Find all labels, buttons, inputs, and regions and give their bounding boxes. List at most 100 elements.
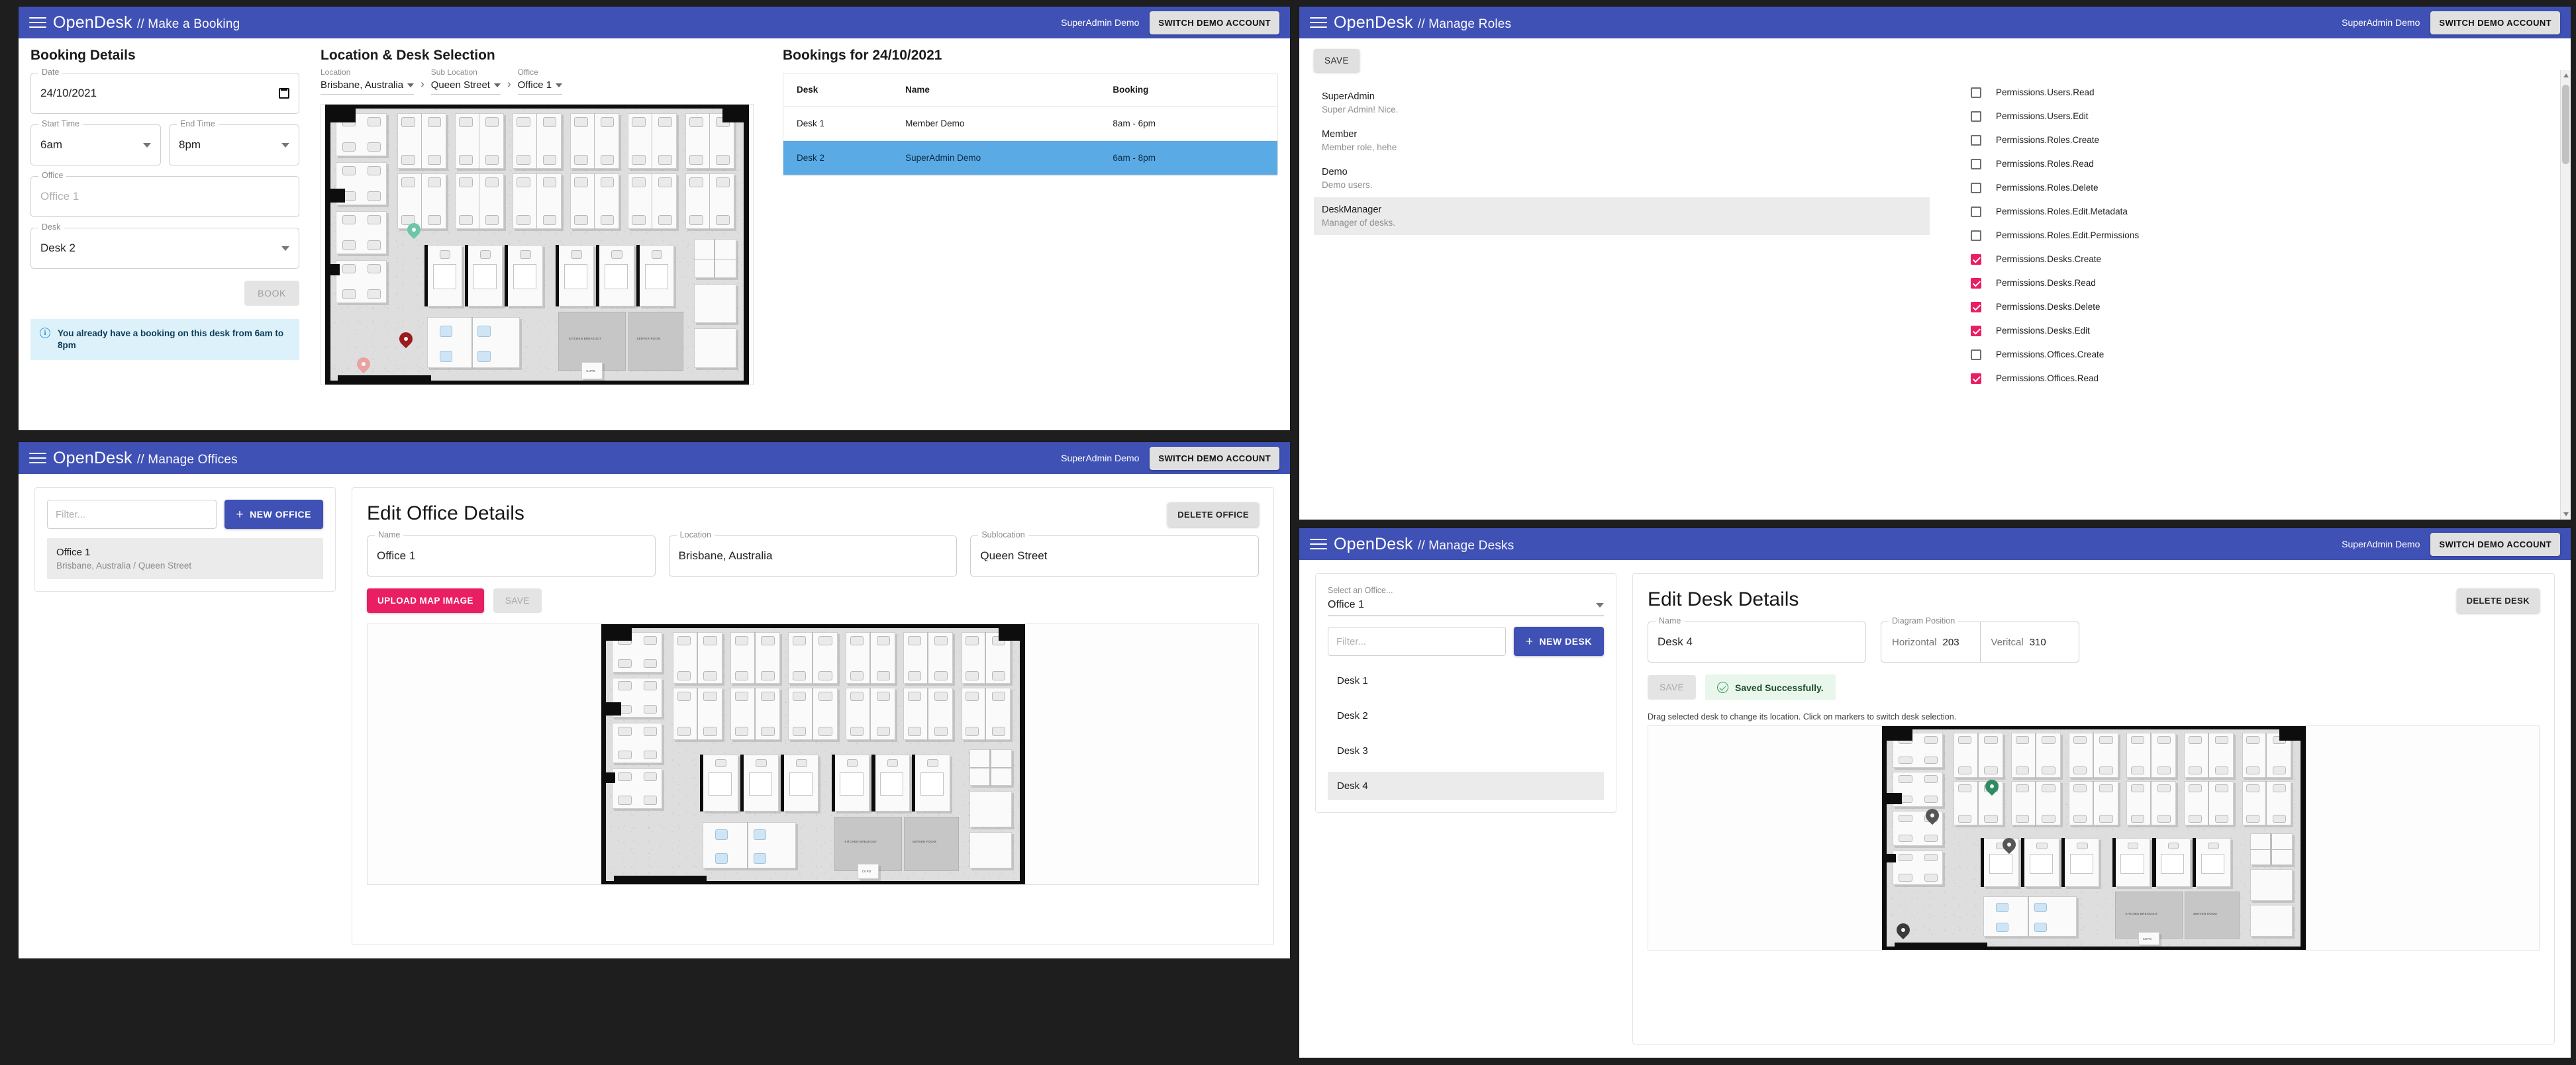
permission-checkbox[interactable] — [1971, 207, 1981, 217]
permission-row[interactable]: Permissions.Users.Read — [1971, 84, 2556, 101]
desk-name-field[interactable]: Name Desk 4 — [1648, 622, 1866, 663]
permission-row[interactable]: Permissions.Desks.Edit — [1971, 322, 2556, 339]
booking-floorplan-map[interactable]: KITCHEN BREAKOUTSERVER ROOMCUPD — [321, 104, 754, 385]
calendar-icon[interactable] — [279, 88, 289, 99]
offices-filter-input[interactable]: Filter... — [47, 500, 217, 529]
chevron-down-icon[interactable] — [143, 143, 151, 148]
floorplan-divider — [479, 173, 480, 230]
hamburger-menu-icon[interactable] — [29, 451, 46, 465]
book-button[interactable]: BOOK — [244, 281, 299, 306]
permission-row[interactable]: Permissions.Desks.Create — [1971, 251, 2556, 267]
office-floorplan-map[interactable]: KITCHEN BREAKOUTSERVER ROOMCUPD — [367, 624, 1259, 885]
desk-marker-booked[interactable] — [399, 332, 413, 346]
brand-name: OpenDesk — [53, 13, 132, 32]
permission-checkbox[interactable] — [1971, 349, 1981, 360]
floorplan-canvas[interactable]: KITCHEN BREAKOUTSERVER ROOMCUPD — [1648, 726, 2539, 950]
desk-floorplan-map[interactable]: KITCHEN BREAKOUTSERVER ROOMCUPD — [1648, 725, 2540, 950]
vertical-position-field[interactable]: Veritcal 310 — [1980, 622, 2079, 662]
permission-row[interactable]: Permissions.Roles.Read — [1971, 156, 2556, 172]
permission-row[interactable]: Permissions.Desks.Delete — [1971, 299, 2556, 315]
office-name-field[interactable]: Name Office 1 — [367, 535, 656, 577]
permission-row[interactable]: Permissions.Roles.Edit.Permissions — [1971, 227, 2556, 244]
desk-marker[interactable] — [2003, 838, 2016, 851]
role-item-deskmanager[interactable]: DeskManager Manager of desks. — [1314, 197, 1930, 235]
desk-marker-available[interactable] — [407, 223, 421, 236]
permission-checkbox[interactable] — [1971, 230, 1981, 241]
horizontal-position-field[interactable]: Horizontal 203 — [1881, 637, 1980, 648]
chevron-down-icon[interactable] — [281, 143, 289, 148]
new-desk-button[interactable]: + NEW DESK — [1514, 627, 1604, 656]
chevron-down-icon[interactable] — [281, 246, 289, 251]
delete-desk-button[interactable]: DELETE DESK — [2457, 588, 2540, 613]
upload-map-image-button[interactable]: UPLOAD MAP IMAGE — [367, 588, 484, 613]
scroll-down-arrow-icon[interactable] — [2563, 512, 2569, 516]
end-time-field[interactable]: End Time 8pm — [169, 124, 299, 165]
permission-checkbox[interactable] — [1971, 254, 1981, 265]
switch-demo-account-button[interactable]: SWITCH DEMO ACCOUNT — [2430, 11, 2560, 34]
list-item[interactable]: Desk 4 — [1328, 772, 1604, 800]
switch-demo-account-button[interactable]: SWITCH DEMO ACCOUNT — [1150, 447, 1279, 470]
office-location-field[interactable]: Location Brisbane, Australia — [669, 535, 958, 577]
desk-field[interactable]: Desk Desk 2 — [30, 228, 299, 269]
list-item[interactable]: Desk 1 — [1328, 667, 1604, 695]
role-item-member[interactable]: Member Member role, hehe — [1314, 122, 1930, 160]
permission-row[interactable]: Permissions.Offices.Read — [1971, 370, 2556, 387]
permission-checkbox[interactable] — [1971, 159, 1981, 169]
floorplan-wall-corner — [2279, 729, 2301, 741]
breadcrumb-sublocation-select[interactable]: Queen Street — [431, 79, 501, 95]
save-desk-button[interactable]: SAVE — [1648, 675, 1696, 700]
permission-row[interactable]: Permissions.Users.Edit — [1971, 108, 2556, 124]
desk-marker-booked-secondary[interactable] — [357, 357, 370, 371]
permission-row[interactable]: Permissions.Roles.Delete — [1971, 179, 2556, 196]
scroll-up-arrow-icon[interactable] — [2563, 73, 2569, 77]
office-sublocation-field[interactable]: Sublocation Queen Street — [970, 535, 1259, 577]
hamburger-menu-icon[interactable] — [1310, 537, 1327, 551]
start-time-field[interactable]: Start Time 6am — [30, 124, 161, 165]
permission-checkbox[interactable] — [1971, 111, 1981, 122]
date-field[interactable]: Date 24/10/2021 — [30, 73, 299, 114]
save-roles-button[interactable]: SAVE — [1314, 49, 1360, 72]
desk-marker[interactable] — [1897, 923, 1910, 937]
delete-office-button[interactable]: DELETE OFFICE — [1167, 502, 1259, 527]
list-item[interactable]: Desk 2 — [1328, 702, 1604, 730]
breadcrumb-office-select[interactable]: Office 1 — [518, 79, 562, 95]
location-heading: Location & Desk Selection — [321, 48, 754, 64]
breadcrumb-location-select[interactable]: Brisbane, Australia — [321, 79, 414, 95]
list-item[interactable]: Desk 3 — [1328, 737, 1604, 765]
office-select-row[interactable]: Office 1 — [1328, 599, 1604, 616]
desk-marker-selected[interactable] — [1985, 780, 1999, 793]
permission-checkbox[interactable] — [1971, 302, 1981, 312]
office-select[interactable]: Select an Office... Office 1 — [1328, 586, 1604, 616]
scrollbar-thumb[interactable] — [2562, 85, 2569, 164]
save-office-button[interactable]: SAVE — [493, 588, 542, 613]
table-row[interactable]: Desk 2 SuperAdmin Demo 6am - 8pm — [783, 141, 1277, 175]
floorplan-chair — [477, 351, 490, 362]
office-field[interactable]: Office Office 1 — [30, 176, 299, 217]
permission-checkbox[interactable] — [1971, 278, 1981, 289]
permission-checkbox[interactable] — [1971, 183, 1981, 193]
desk-marker[interactable] — [1926, 809, 1939, 822]
hamburger-menu-icon[interactable] — [1310, 15, 1327, 30]
permission-row[interactable]: Permissions.Roles.Edit.Metadata — [1971, 203, 2556, 220]
permission-row[interactable]: Permissions.Desks.Read — [1971, 275, 2556, 291]
permission-checkbox[interactable] — [1971, 326, 1981, 336]
permission-checkbox[interactable] — [1971, 135, 1981, 146]
list-item[interactable]: Office 1 Brisbane, Australia / Queen Str… — [47, 538, 323, 579]
permission-row[interactable]: Permissions.Offices.Create — [1971, 346, 2556, 363]
floorplan-chair — [2131, 784, 2144, 792]
table-row[interactable]: Desk 1 Member Demo 8am - 6pm — [783, 107, 1277, 141]
date-field-value: 24/10/2021 — [40, 87, 97, 100]
floorplan-canvas[interactable]: KITCHEN BREAKOUTSERVER ROOMCUPD — [368, 624, 1258, 884]
role-item-superadmin[interactable]: SuperAdmin Super Admin! Nice. — [1314, 84, 1930, 122]
desks-filter-input[interactable]: Filter... — [1328, 627, 1506, 656]
switch-demo-account-button[interactable]: SWITCH DEMO ACCOUNT — [2430, 533, 2560, 556]
hamburger-menu-icon[interactable] — [29, 15, 46, 30]
switch-demo-account-button[interactable]: SWITCH DEMO ACCOUNT — [1150, 11, 1279, 34]
floorplan-canvas[interactable]: KITCHEN BREAKOUTSERVER ROOMCUPD — [321, 105, 753, 385]
permission-row[interactable]: Permissions.Roles.Create — [1971, 132, 2556, 148]
permission-checkbox[interactable] — [1971, 373, 1981, 384]
permission-checkbox[interactable] — [1971, 87, 1981, 98]
new-office-button[interactable]: + NEW OFFICE — [224, 500, 324, 529]
vertical-scrollbar[interactable] — [2560, 70, 2571, 520]
role-item-demo[interactable]: Demo Demo users. — [1314, 160, 1930, 197]
